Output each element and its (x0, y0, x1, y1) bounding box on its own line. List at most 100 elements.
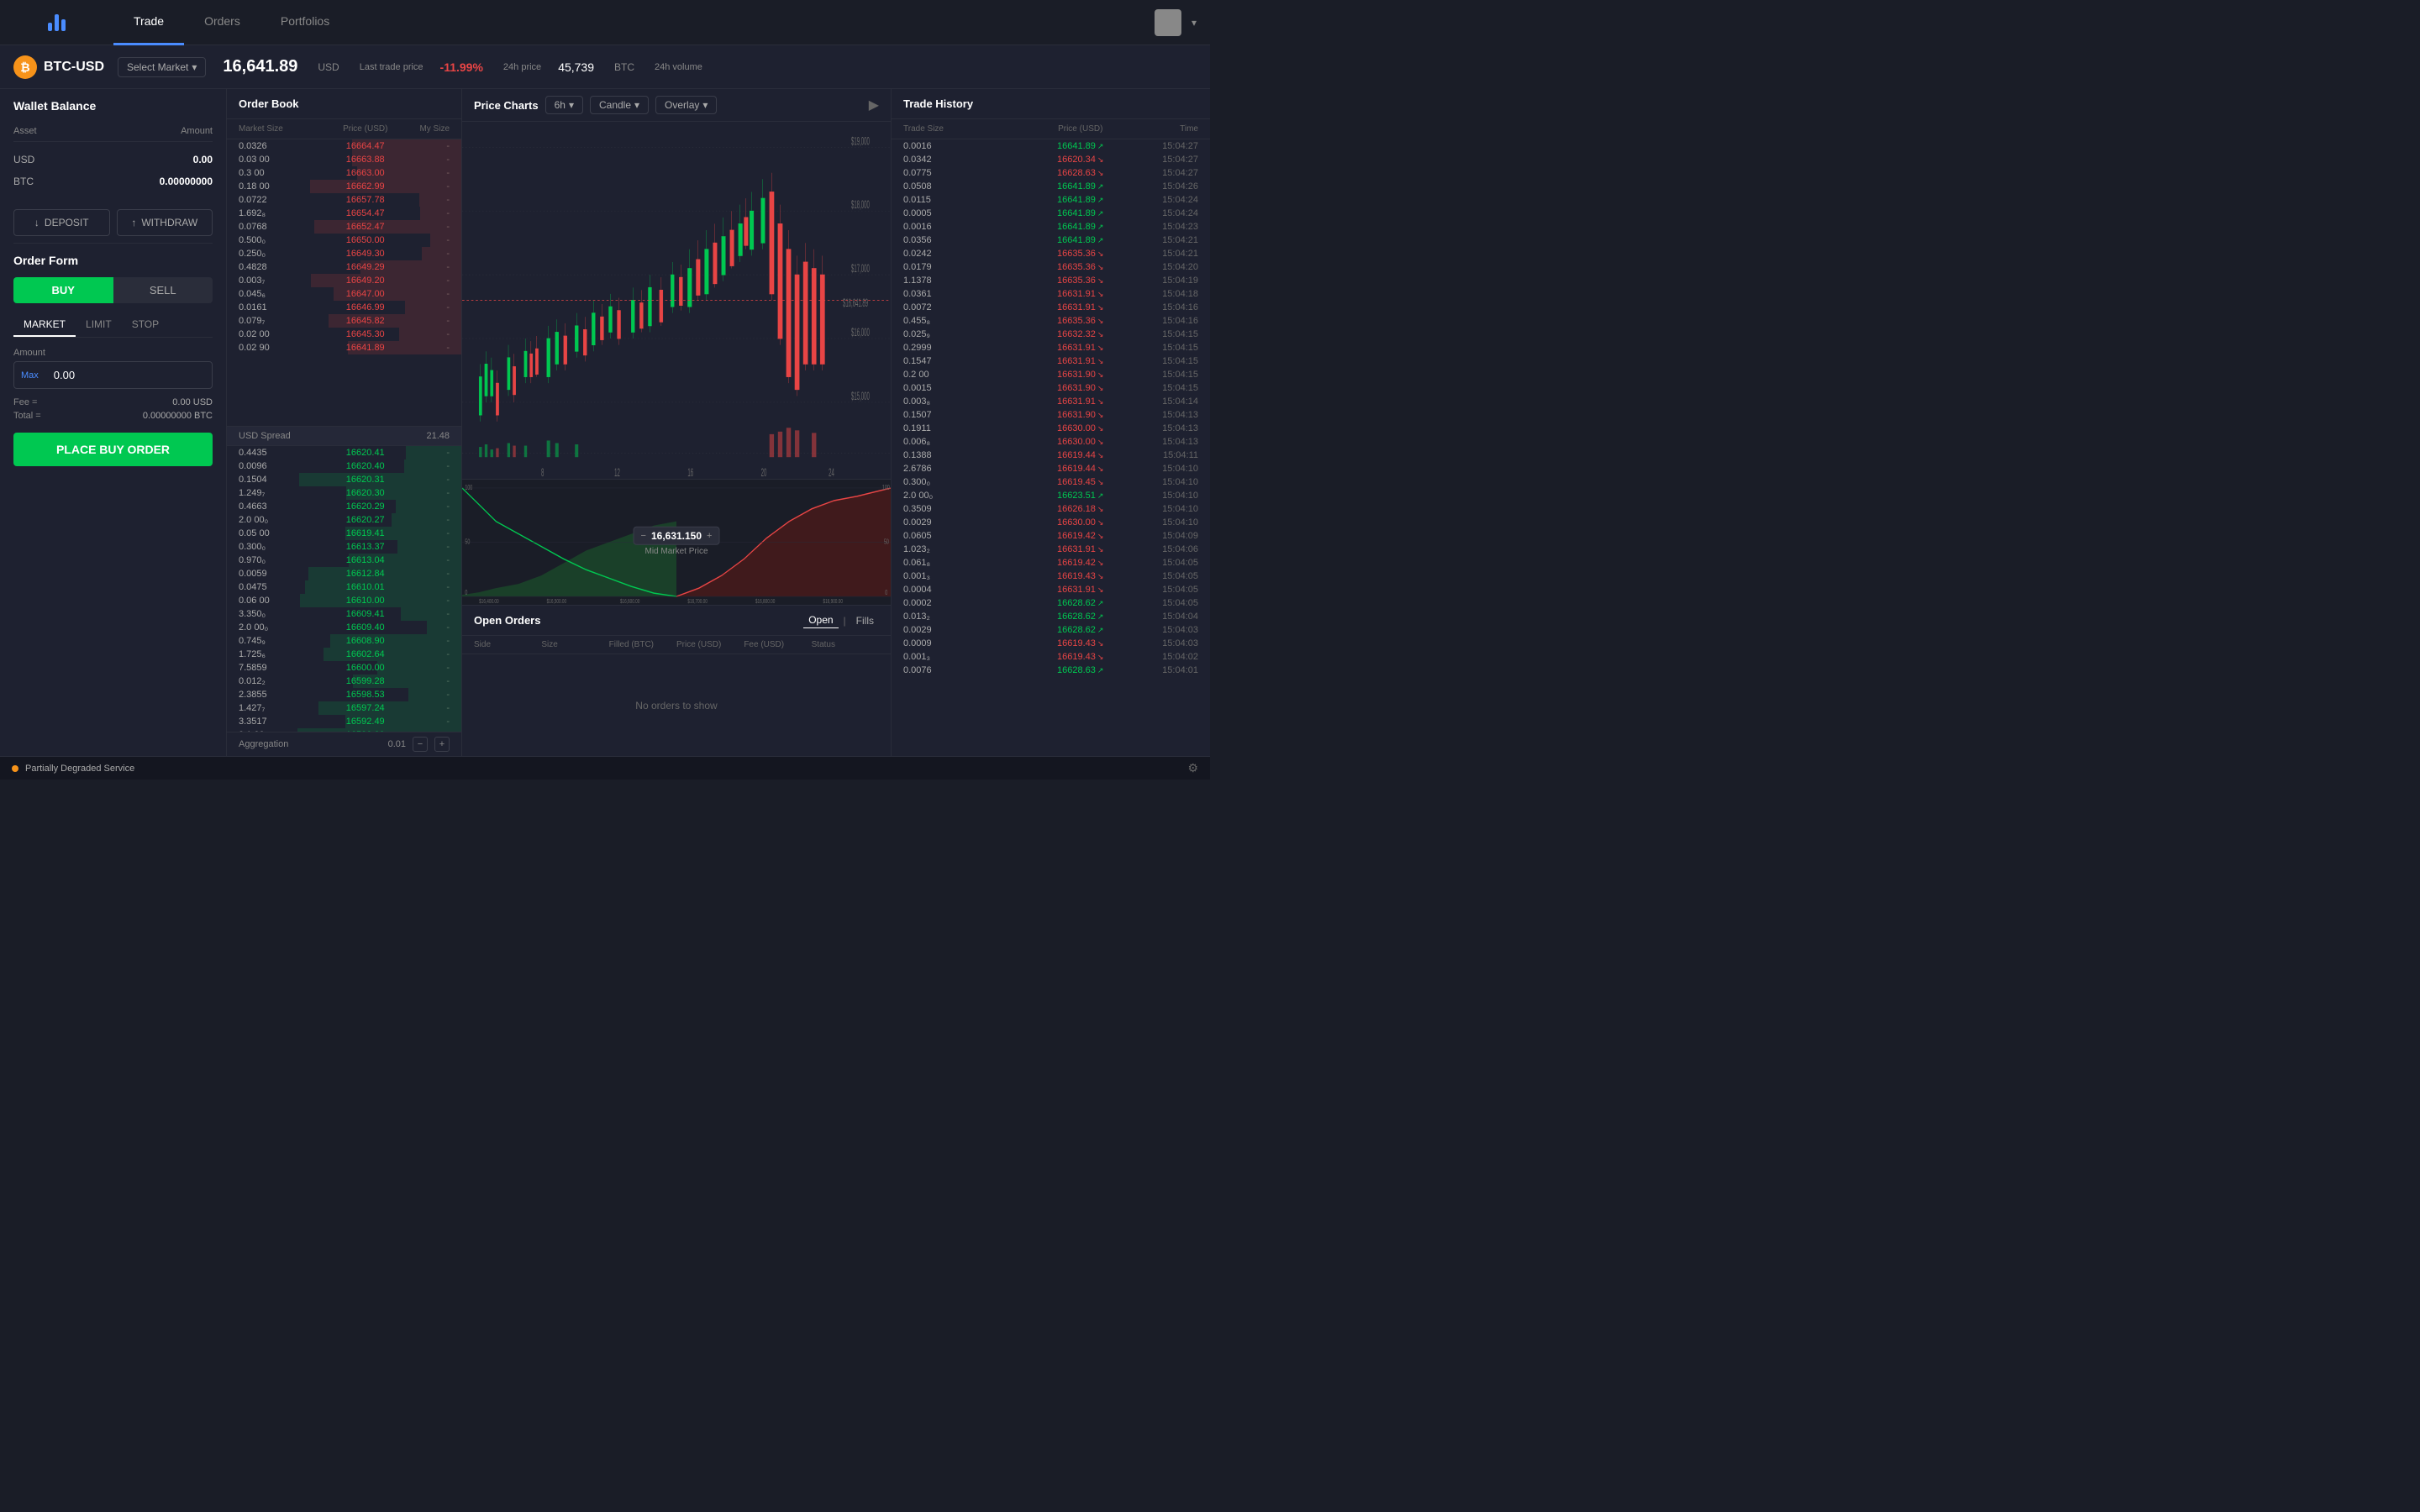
ob-buy-price: 16609.41 (324, 609, 408, 619)
ob-buy-row[interactable]: 1.427₇ 16597.24 - (227, 701, 461, 715)
withdraw-button[interactable]: ↑ WITHDRAW (117, 209, 213, 236)
th-price: 16623.51 ↗ (1022, 491, 1140, 501)
ob-agg-label: Aggregation (239, 739, 288, 749)
ob-buy-price: 16609.40 (324, 622, 408, 633)
timeframe-control[interactable]: 6h ▾ (545, 96, 583, 114)
th-price: 16619.43 ↘ (1022, 652, 1140, 662)
th-price: 16635.36 ↘ (1022, 316, 1140, 326)
th-time: 15:04:06 (1139, 544, 1198, 554)
tab-trade[interactable]: Trade (113, 0, 184, 45)
agg-plus-button[interactable]: + (434, 737, 450, 752)
ob-sell-row[interactable]: 0.3 00 16663.00 - (227, 166, 461, 180)
ob-buy-market: 1.725₆ (239, 649, 324, 659)
ob-buy-row[interactable]: 0.970₀ 16613.04 - (227, 554, 461, 567)
ob-buy-market: 2.3855 (239, 690, 324, 700)
market-select[interactable]: Select Market ▾ (118, 57, 206, 77)
charts-area: Price Charts 6h ▾ Candle ▾ Overlay ▾ ▶ (462, 89, 891, 756)
status-bar: Partially Degraded Service ⚙ (0, 756, 1210, 780)
ob-sell-row[interactable]: 0.079₇ 16645.82 - (227, 314, 461, 328)
th-price: 16635.36 ↘ (1022, 249, 1140, 259)
ob-sell-row[interactable]: 0.0161 16646.99 - (227, 301, 461, 314)
ob-buy-market: 7.5859 (239, 663, 324, 673)
ob-buy-row[interactable]: 0.0096 16620.40 - (227, 459, 461, 473)
tab-limit[interactable]: LIMIT (76, 313, 122, 337)
chevron-down-icon[interactable]: ▾ (1192, 17, 1197, 29)
ob-sell-row[interactable]: 0.0326 16664.47 - (227, 139, 461, 153)
ob-sell-price: 16645.30 (324, 329, 408, 339)
chart-type-control[interactable]: Candle ▾ (590, 96, 649, 114)
amount-input[interactable] (45, 362, 210, 388)
ticker-currency: USD (318, 61, 339, 73)
th-size: 0.0508 (903, 181, 1022, 192)
ob-sell-row[interactable]: 0.18 00 16662.99 - (227, 180, 461, 193)
ob-buy-row[interactable]: 3.3517 16592.49 - (227, 715, 461, 728)
ob-buy-row[interactable]: 0.300₀ 16613.37 - (227, 540, 461, 554)
ob-buy-row[interactable]: 2.0 00₀ 16620.27 - (227, 513, 461, 527)
sell-button[interactable]: SELL (113, 277, 213, 303)
tab-stop[interactable]: STOP (122, 313, 169, 337)
ob-buy-row[interactable]: 0.4663 16620.29 - (227, 500, 461, 513)
th-time: 15:04:24 (1139, 195, 1198, 205)
overlay-control[interactable]: Overlay ▾ (655, 96, 717, 114)
chart-expand-icon[interactable]: ▶ (869, 97, 879, 113)
ob-buy-row[interactable]: 1.249₇ 16620.30 - (227, 486, 461, 500)
price-chart-area: $19,000 $18,000 $17,000 $16,641.89 $16,0… (462, 122, 891, 479)
th-row: 0.2 00 16631.90 ↘ 15:04:15 (892, 368, 1210, 381)
ob-buy-row[interactable]: 2.3855 16598.53 - (227, 688, 461, 701)
ob-sell-row[interactable]: 0.0768 16652.47 - (227, 220, 461, 234)
ob-sell-market: 0.0722 (239, 195, 324, 205)
ob-buy-row[interactable]: 0.06 00 16610.00 - (227, 594, 461, 607)
ob-sell-row[interactable]: 0.003₇ 16649.20 - (227, 274, 461, 287)
ob-buy-row[interactable]: 0.0475 16610.01 - (227, 580, 461, 594)
ob-buy-row[interactable]: 0.1 00 16590.00 - (227, 728, 461, 732)
ob-buy-row[interactable]: 3.350₀ 16609.41 - (227, 607, 461, 621)
ob-buy-market: 0.05 00 (239, 528, 324, 538)
max-link[interactable]: Max (14, 370, 45, 381)
tab-orders[interactable]: Orders (184, 0, 260, 45)
deposit-button[interactable]: ↓ DEPOSIT (13, 209, 110, 236)
tab-portfolios[interactable]: Portfolios (260, 0, 350, 45)
ob-sell-row[interactable]: 0.250₀ 16649.30 - (227, 247, 461, 260)
ob-buy-row[interactable]: 0.0059 16612.84 - (227, 567, 461, 580)
ob-buy-row[interactable]: 0.1504 16620.31 - (227, 473, 461, 486)
agg-minus-button[interactable]: − (413, 737, 428, 752)
avatar[interactable] (1155, 9, 1181, 36)
settings-icon[interactable]: ⚙ (1187, 761, 1198, 775)
ob-sell-row[interactable]: 0.03 00 16663.88 - (227, 153, 461, 166)
oo-tab-open[interactable]: Open (803, 612, 838, 628)
ob-sell-row[interactable]: 1.692₈ 16654.47 - (227, 207, 461, 220)
th-time: 15:04:15 (1139, 329, 1198, 339)
ob-sell-row[interactable]: 0.02 90 16641.89 - (227, 341, 461, 354)
ticker-price-label: Last trade price (360, 62, 424, 72)
ob-buy-row[interactable]: 1.725₆ 16602.64 - (227, 648, 461, 661)
wallet-col-asset: Asset (13, 126, 37, 136)
ob-sell-row[interactable]: 0.500₀ 16650.00 - (227, 234, 461, 247)
th-size: 0.0029 (903, 517, 1022, 528)
ob-buy-row[interactable]: 2.0 00₀ 16609.40 - (227, 621, 461, 634)
ob-buy-market: 1.427₇ (239, 703, 324, 713)
ob-buy-row[interactable]: 7.5859 16600.00 - (227, 661, 461, 675)
tab-market[interactable]: MARKET (13, 313, 76, 337)
depth-mid-plus[interactable]: + (707, 530, 712, 540)
ob-buy-market: 0.970₀ (239, 555, 324, 565)
th-price: 16635.36 ↘ (1022, 262, 1140, 272)
place-order-button[interactable]: PLACE BUY ORDER (13, 433, 213, 466)
ob-buy-row[interactable]: 0.05 00 16619.41 - (227, 527, 461, 540)
ob-spread: USD Spread 21.48 (227, 426, 461, 446)
ob-sell-price: 16657.78 (324, 195, 408, 205)
ob-buy-row[interactable]: 0.745₉ 16608.90 - (227, 634, 461, 648)
market-select-chevron: ▾ (192, 61, 197, 73)
oo-tab-fills[interactable]: Fills (851, 613, 879, 628)
ob-buy-row[interactable]: 0.012₂ 16599.28 - (227, 675, 461, 688)
ob-buy-row[interactable]: 0.4435 16620.41 - (227, 446, 461, 459)
th-price: 16619.44 ↘ (1022, 450, 1140, 460)
ob-sell-row[interactable]: 0.045₆ 16647.00 - (227, 287, 461, 301)
ob-sell-row[interactable]: 0.02 00 16645.30 - (227, 328, 461, 341)
th-row: 0.001₃ 16619.43 ↘ 15:04:05 (892, 570, 1210, 583)
header: Trade Orders Portfolios ▾ (0, 0, 1210, 45)
buy-button[interactable]: BUY (13, 277, 113, 303)
ob-sell-row[interactable]: 0.0722 16657.78 - (227, 193, 461, 207)
th-row: 0.455₈ 16635.36 ↘ 15:04:16 (892, 314, 1210, 328)
ob-sell-row[interactable]: 0.4828 16649.29 - (227, 260, 461, 274)
depth-mid-minus[interactable]: − (641, 530, 646, 540)
